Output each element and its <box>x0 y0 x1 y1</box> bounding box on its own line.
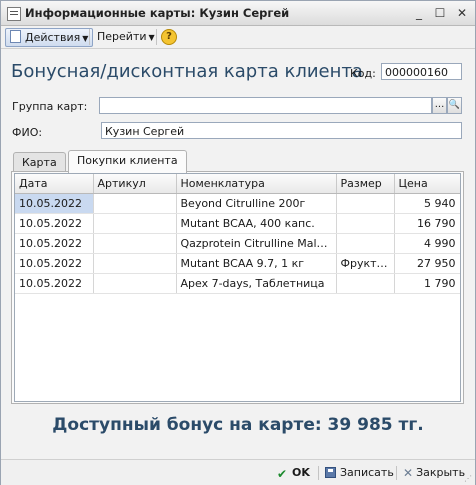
cell-size <box>336 193 395 214</box>
ok-button[interactable]: ✔ OK <box>277 464 310 481</box>
footer-divider <box>396 466 397 480</box>
footer-divider <box>318 466 319 480</box>
table-header-row: Дата Артикул Номенклатура Размер Цена <box>15 174 460 194</box>
cell-item: Qazprotein Citrulline Malate, 1... <box>176 233 337 254</box>
cell-date: 10.05.2022 <box>15 253 94 274</box>
cell-article <box>93 253 177 274</box>
window-title: Информационные карты: Кузин Сергей <box>25 6 290 20</box>
cell-price: 5 940 <box>394 193 460 214</box>
toolbar-divider <box>156 29 157 45</box>
table-row[interactable]: 10.05.2022 Mutant BCAA 9.7, 1 кг Фруктов… <box>15 253 460 274</box>
card-group-label: Группа карт: <box>12 100 88 113</box>
cell-size <box>336 273 395 294</box>
code-label: Код: <box>350 67 376 80</box>
title-bar[interactable]: Информационные карты: Кузин Сергей _ ☐ ✕ <box>1 1 475 26</box>
cell-article <box>93 193 177 214</box>
actions-menu-button[interactable]: Действия ▼ <box>5 28 94 47</box>
resize-grip-icon[interactable]: ⋰ <box>464 475 472 483</box>
column-header-article[interactable]: Артикул <box>93 174 177 194</box>
cell-price: 4 990 <box>394 233 460 254</box>
column-header-date[interactable]: Дата <box>15 174 94 194</box>
floppy-disk-icon <box>325 467 336 478</box>
help-icon[interactable]: ? <box>161 29 177 45</box>
cell-item: Beyond Citrulline 200г <box>176 193 337 214</box>
fio-field[interactable]: Кузин Сергей <box>101 122 462 139</box>
cell-date: 10.05.2022 <box>15 193 94 214</box>
cell-item: Mutant BCAA, 400 капс. <box>176 213 337 234</box>
cell-size <box>336 213 395 234</box>
toolbar-divider <box>89 29 90 45</box>
column-header-item[interactable]: Номенклатура <box>176 174 337 194</box>
actions-label: Действия <box>25 31 81 44</box>
window-icon <box>7 7 21 21</box>
goto-menu-button[interactable]: Перейти ▼ <box>93 28 159 45</box>
cell-article <box>93 273 177 294</box>
cell-date: 10.05.2022 <box>15 213 94 234</box>
cell-item: Apex 7-days, Таблетница <box>176 273 337 294</box>
toolbar: Действия ▼ Перейти ▼ ? <box>1 26 475 49</box>
card-group-field[interactable] <box>99 97 432 114</box>
cell-item: Mutant BCAA 9.7, 1 кг <box>176 253 337 274</box>
cell-size <box>336 233 395 254</box>
available-bonus-text: Доступный бонус на карте: 39 985 тг. <box>52 415 424 435</box>
table-row[interactable]: 10.05.2022 Mutant BCAA, 400 капс. 16 790 <box>15 213 460 234</box>
purchases-table[interactable]: Дата Артикул Номенклатура Размер Цена 10… <box>14 173 461 402</box>
close-button[interactable]: ✕ Закрыть <box>403 464 465 481</box>
page-title: Бонусная/дисконтная карта клиента <box>11 61 363 82</box>
goto-label: Перейти <box>97 30 147 43</box>
cell-article <box>93 213 177 234</box>
tab-card[interactable]: Карта <box>13 152 66 172</box>
cell-price: 16 790 <box>394 213 460 234</box>
select-button[interactable]: ... <box>432 97 447 114</box>
code-field[interactable]: 000000160 <box>381 63 462 80</box>
close-icon: ✕ <box>403 466 414 480</box>
table-row[interactable]: 10.05.2022 Beyond Citrulline 200г 5 940 <box>15 193 460 214</box>
save-button[interactable]: Записать <box>325 464 394 481</box>
document-icon <box>10 30 21 43</box>
ok-label: OK <box>292 466 310 479</box>
open-icon[interactable]: 🔍 <box>447 97 462 114</box>
table-row[interactable]: 10.05.2022 Apex 7-days, Таблетница 1 790 <box>15 273 460 294</box>
save-label: Записать <box>340 466 394 479</box>
maximize-button[interactable]: ☐ <box>433 6 447 20</box>
info-card-window: Информационные карты: Кузин Сергей _ ☐ ✕… <box>0 0 476 485</box>
footer-bar: ✔ OK Записать ✕ Закрыть ⋰ <box>1 459 475 485</box>
cell-size: Фруктов... <box>336 253 395 274</box>
table-row[interactable]: 10.05.2022 Qazprotein Citrulline Malate,… <box>15 233 460 254</box>
cell-date: 10.05.2022 <box>15 273 94 294</box>
close-label: Закрыть <box>416 466 466 479</box>
chevron-down-icon: ▼ <box>148 33 155 42</box>
cell-article <box>93 233 177 254</box>
cell-price: 27 950 <box>394 253 460 274</box>
tab-customer-purchases[interactable]: Покупки клиента <box>68 150 187 173</box>
column-header-price[interactable]: Цена <box>394 174 460 194</box>
chevron-down-icon: ▼ <box>82 34 89 43</box>
column-header-size[interactable]: Размер <box>336 174 395 194</box>
checkmark-icon: ✔ <box>277 467 288 481</box>
close-window-button[interactable]: ✕ <box>455 6 469 20</box>
cell-date: 10.05.2022 <box>15 233 94 254</box>
fio-label: ФИО: <box>12 126 43 139</box>
minimize-button[interactable]: _ <box>412 6 426 20</box>
cell-price: 1 790 <box>394 273 460 294</box>
